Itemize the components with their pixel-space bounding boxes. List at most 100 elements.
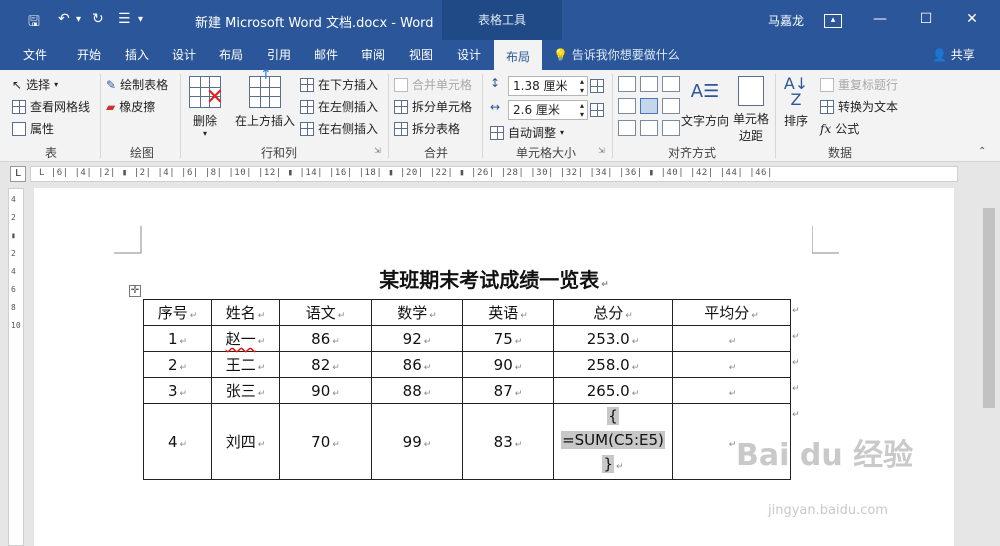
convert-to-text-button[interactable]: 转换为文本: [820, 98, 898, 115]
align-bottom-right-icon[interactable]: [662, 120, 680, 136]
view-gridlines-button[interactable]: 查看网格线: [12, 98, 90, 115]
table-header-cell[interactable]: 姓名 ↵: [211, 299, 280, 326]
table-cell[interactable]: 90 ↵: [462, 351, 554, 378]
insert-below-button[interactable]: 在下方插入: [300, 76, 378, 93]
table-cell[interactable]: 90 ↵: [279, 377, 372, 404]
save-icon[interactable]: 🖫: [28, 11, 40, 35]
tab-design[interactable]: 设计: [161, 40, 207, 70]
eraser-button[interactable]: ▰ 橡皮擦: [106, 98, 155, 115]
undo-dropdown-icon[interactable]: ▾: [76, 14, 81, 25]
table-cell[interactable]: 92 ↵: [371, 325, 463, 352]
customize-qat-icon[interactable]: ☰: [118, 11, 131, 27]
table-cell[interactable]: 83 ↵: [462, 403, 554, 480]
vertical-scrollbar[interactable]: [978, 188, 1000, 546]
tab-file[interactable]: 文件: [12, 40, 58, 70]
qat-dropdown-icon[interactable]: ▾: [138, 14, 143, 25]
insert-above-button[interactable]: ↑ 在上方插入: [234, 67, 296, 129]
tab-references[interactable]: 引用: [256, 40, 302, 70]
table-cell[interactable]: 3 ↵: [143, 377, 212, 404]
align-bottom-center-icon[interactable]: [640, 120, 658, 136]
table-cell[interactable]: ↵: [672, 351, 791, 378]
table-cell[interactable]: ↵: [672, 325, 791, 352]
formula-field-cell[interactable]: { =SUM(C5:E5) } ↵: [553, 403, 673, 480]
table-cell[interactable]: 1 ↵: [143, 325, 212, 352]
tab-review[interactable]: 审阅: [350, 40, 396, 70]
align-center-right-icon[interactable]: [662, 98, 680, 114]
dialog-launcher-icon[interactable]: ⇲: [598, 146, 605, 155]
align-top-right-icon[interactable]: [662, 76, 680, 92]
sort-button[interactable]: A↓ Z 排序: [780, 76, 812, 129]
scrollbar-thumb[interactable]: [983, 208, 995, 408]
table-cell[interactable]: 99 ↵: [371, 403, 463, 480]
ruler-track[interactable]: L |6| |4| |2| ▮ |2| |4| |6| |8| |10| |12…: [30, 166, 958, 182]
table-cell[interactable]: 张三 ↵: [211, 377, 280, 404]
tab-layout[interactable]: 布局: [208, 40, 254, 70]
insert-right-button[interactable]: 在右侧插入: [300, 120, 378, 137]
table-cell[interactable]: 4 ↵: [143, 403, 212, 480]
tab-mailings[interactable]: 邮件: [303, 40, 349, 70]
tab-home[interactable]: 开始: [66, 40, 112, 70]
minimize-button[interactable]: —: [866, 8, 894, 30]
table-cell[interactable]: 82 ↵: [279, 351, 372, 378]
tab-insert[interactable]: 插入: [114, 40, 160, 70]
spinner-arrows-icon[interactable]: ▴ ▾: [580, 77, 584, 95]
tab-view[interactable]: 视图: [398, 40, 444, 70]
dialog-launcher-icon[interactable]: ⇲: [374, 146, 381, 155]
column-width-input[interactable]: 2.6 厘米 ▴ ▾: [508, 100, 588, 120]
table-cell[interactable]: 75 ↵: [462, 325, 554, 352]
select-button[interactable]: ↖ 选择 ▾: [12, 76, 58, 93]
maximize-button[interactable]: ☐: [912, 8, 940, 30]
table-cell[interactable]: 刘四 ↵: [211, 403, 280, 480]
tab-table-design[interactable]: 设计: [446, 40, 492, 70]
table-cell[interactable]: ↵: [672, 377, 791, 404]
document-page[interactable]: 某班期末考试成绩一览表 ↵ ✛ 序号 ↵ 姓名 ↵ 语文 ↵ 数学 ↵ 英语 ↵ 总分 ↵ 平…: [34, 188, 954, 546]
table-cell[interactable]: 265.0 ↵: [553, 377, 673, 404]
table-cell[interactable]: 88 ↵: [371, 377, 463, 404]
tell-me-box[interactable]: 💡 告诉我你想要做什么: [553, 40, 680, 70]
split-table-button[interactable]: 拆分表格: [394, 120, 460, 137]
align-top-center-icon[interactable]: [640, 76, 658, 92]
delete-button[interactable]: ✕ 删除 ▾: [186, 76, 224, 138]
align-top-left-icon[interactable]: [618, 76, 636, 92]
tab-selector-icon[interactable]: L: [10, 166, 26, 182]
redo-icon[interactable]: ↻: [92, 11, 104, 27]
table-cell[interactable]: 70 ↵: [279, 403, 372, 480]
split-cells-button[interactable]: 拆分单元格: [394, 98, 472, 115]
collapse-ribbon-icon[interactable]: ⌃: [978, 146, 986, 157]
cell-margins-button[interactable]: 单元格 边距: [732, 76, 770, 144]
formula-button[interactable]: fx 公式: [820, 120, 859, 137]
table-cell[interactable]: 王二 ↵: [211, 351, 280, 378]
merge-cells-button[interactable]: 合并单元格: [394, 76, 472, 93]
tab-table-layout[interactable]: 布局: [494, 40, 542, 70]
table-cell[interactable]: 87 ↵: [462, 377, 554, 404]
table-header-cell[interactable]: 平均分 ↵: [672, 299, 791, 326]
grade-table[interactable]: 序号 ↵ 姓名 ↵ 语文 ↵ 数学 ↵ 英语 ↵ 总分 ↵ 平均分 ↵ 1 ↵ 赵一 ↵ 86 ↵ …: [143, 299, 791, 480]
table-header-cell[interactable]: 语文 ↵: [279, 299, 372, 326]
table-cell[interactable]: 86 ↵: [371, 351, 463, 378]
ribbon-display-options-icon[interactable]: ▴: [824, 14, 842, 28]
spinner-arrows-icon[interactable]: ▴ ▾: [580, 101, 584, 119]
table-cell[interactable]: 258.0 ↵: [553, 351, 673, 378]
close-button[interactable]: ✕: [958, 8, 986, 30]
table-cell[interactable]: 86 ↵: [279, 325, 372, 352]
table-header-cell[interactable]: 总分 ↵: [553, 299, 673, 326]
table-header-cell[interactable]: 序号 ↵: [143, 299, 212, 326]
row-height-input[interactable]: 1.38 厘米 ▴ ▾: [508, 76, 588, 96]
table-cell[interactable]: 赵一 ↵: [211, 325, 280, 352]
field-code[interactable]: =SUM(C5:E5): [561, 431, 665, 449]
vertical-ruler[interactable]: 4 2 ▮ 2 4 6 8 10: [8, 188, 24, 546]
undo-icon[interactable]: ↶: [58, 11, 70, 27]
align-bottom-left-icon[interactable]: [618, 120, 636, 136]
align-center-icon[interactable]: [640, 98, 658, 114]
align-center-left-icon[interactable]: [618, 98, 636, 114]
table-cell[interactable]: 2 ↵: [143, 351, 212, 378]
autofit-button[interactable]: 自动调整 ▾: [490, 124, 564, 141]
document-title[interactable]: 某班期末考试成绩一览表 ↵: [34, 264, 954, 293]
insert-left-button[interactable]: 在左侧插入: [300, 98, 378, 115]
table-cell[interactable]: 253.0 ↵: [553, 325, 673, 352]
repeat-header-rows-button[interactable]: 重复标题行: [820, 76, 898, 93]
table-header-cell[interactable]: 数学 ↵: [371, 299, 463, 326]
table-move-handle-icon[interactable]: ✛: [129, 285, 141, 297]
draw-table-button[interactable]: ✎ 绘制表格: [106, 76, 168, 93]
user-name[interactable]: 马嘉龙: [768, 12, 804, 29]
